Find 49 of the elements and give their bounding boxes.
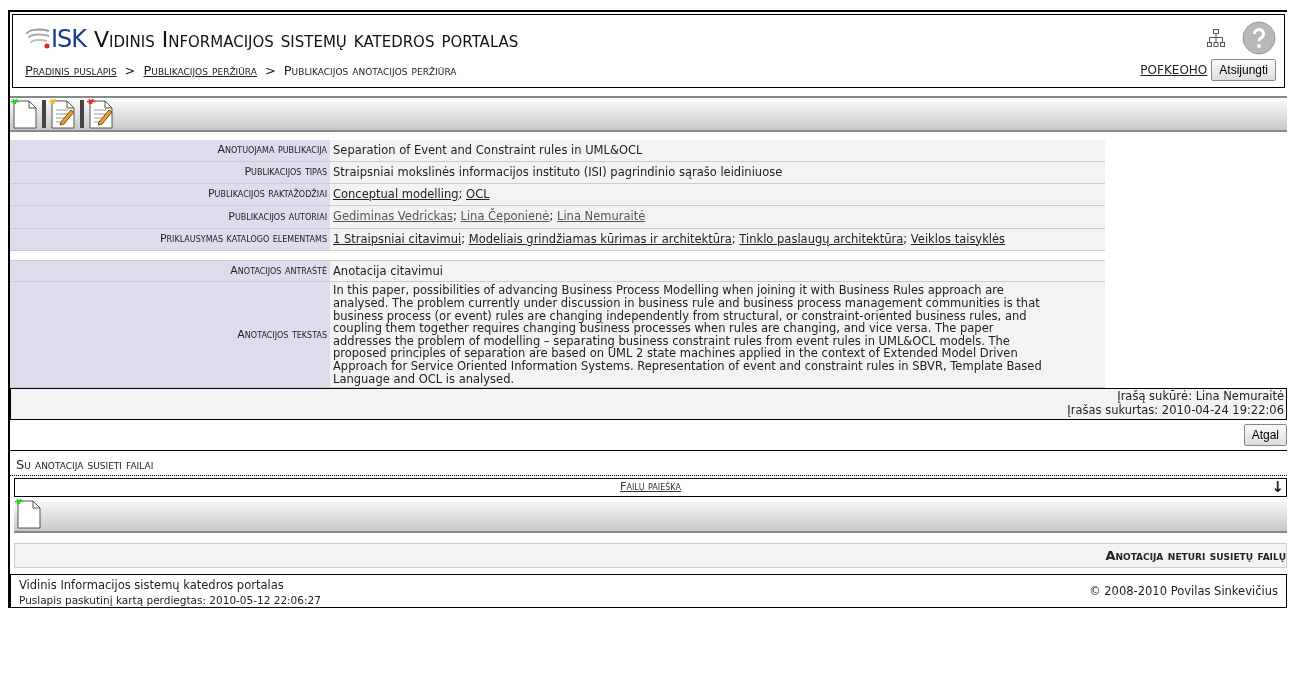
help-icon[interactable] — [1242, 21, 1276, 55]
field-value: Separation of Event and Constraint rules in UML&OCL — [333, 142, 643, 157]
field-link[interactable]: Gediminas Vedrickas — [333, 209, 453, 224]
sitemap-icon[interactable] — [1206, 28, 1226, 48]
footer-title: Vidinis Informacijos sistemų katedros portalas — [19, 577, 285, 595]
footer-updated: Puslapis paskutinį kartą perdiegtas: 2010-05-12 22:06:27 — [19, 594, 321, 606]
edit-document-icon[interactable] — [87, 97, 115, 130]
breadcrumb-separator: > — [124, 62, 136, 80]
record-info: Įrašą sukūrė: Lina Nemuraitė — [1117, 389, 1284, 404]
logo: ISK — [25, 21, 87, 57]
link-separator: ; — [549, 209, 554, 224]
breadcrumb-link[interactable]: Pradinis puslapis — [25, 61, 117, 81]
field-value: Straipsniai mokslinės informacijos instituto (ISI) pagrindinio sąrašo leidiniuose — [333, 164, 783, 179]
link-separator: ; — [903, 231, 908, 246]
field-label: Publikacijos tipas — [10, 161, 330, 184]
toggle-arrow[interactable]: ↓ — [1271, 476, 1284, 499]
field-label: Publikacijos raktažodžiai — [10, 183, 330, 206]
empty-message: Anotacija neturi susietų failų — [1105, 547, 1286, 563]
breadcrumb-separator: > — [264, 62, 276, 80]
field-link[interactable]: Modeliais grindžiamas kūrimas ir architektūra — [468, 231, 732, 246]
section-title: Su anotacija susieti failai — [10, 450, 1287, 477]
field-link[interactable]: Lina Nemuraitė — [557, 209, 646, 224]
field-link[interactable]: 1 Straipsniai citavimui — [333, 231, 462, 246]
user-link[interactable]: POFKEOHO — [1140, 60, 1208, 79]
link-separator: ; — [461, 231, 466, 246]
field-label: Publikacijos autoriai — [10, 205, 330, 228]
back-button[interactable]: Atgal — [1243, 423, 1287, 446]
breadcrumb-link[interactable]: Publikacijos peržiūra — [143, 61, 257, 81]
field-label: Anotacijos antraštė — [10, 260, 330, 282]
field-value: In this paper, possibilities of advancing Business Process Modelling when joining it with Business Rules approach are analysed. The problem currently under discussion in business rule and business process management communities is that business process (or event) rules are changing independently from structural, or constraint-oriented business rules, and coupling them together requires changing business processes when rules are changing, and vice versa. The paper addresses the problem of modelling – separating business constraint rules from event rules in UML&OCL models. The proposed principles of separation are based on UML 2 state machines applied in the context of Extended Model Driven Approach for Service Oriented Information Systems. Representation of event and constraint rules in SBVR, Template Based Language and OCL is analysed. — [333, 283, 1042, 386]
link-separator: ; — [458, 187, 463, 201]
record-info: Įrašas sukurtas: 2010-04-24 19:22:06 — [1067, 403, 1284, 418]
field-label: Anotacijos tekstas — [10, 281, 330, 388]
edit-document-icon[interactable] — [49, 97, 77, 130]
field-label: Priklausymas katalogo elementams — [10, 228, 330, 251]
new-document-icon[interactable] — [11, 97, 39, 130]
field-link[interactable]: Conceptual modelling — [333, 187, 459, 201]
link-separator: ; — [731, 231, 736, 246]
new-document-icon[interactable] — [15, 497, 43, 530]
copyright: © 2008-2010 Povilas Sinkevičius — [1089, 582, 1278, 600]
search-link[interactable]: Failų paieška — [620, 480, 681, 494]
field-label: Anotuojama publikacija — [10, 139, 330, 162]
site-title: Vidinis Informacijos sistemų katedros portalas — [94, 25, 519, 54]
field-link[interactable]: OCL — [466, 187, 490, 201]
link-separator: ; — [452, 209, 457, 224]
breadcrumb-current: Publikacijos anotacijos peržiūra — [283, 62, 457, 80]
logout-button[interactable]: Atsijungti — [1211, 58, 1276, 81]
field-value: Anotacija citavimui — [333, 263, 443, 278]
field-link[interactable]: Veiklos taisyklės — [910, 231, 1006, 246]
